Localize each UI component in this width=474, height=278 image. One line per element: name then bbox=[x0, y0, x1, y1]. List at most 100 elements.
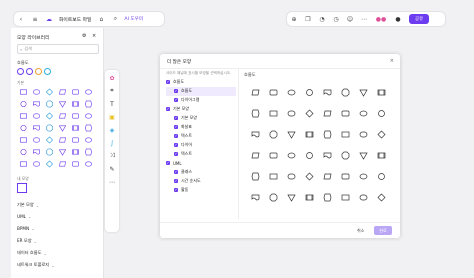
checkbox[interactable]: ✓ bbox=[174, 188, 178, 193]
shape-item[interactable] bbox=[69, 98, 82, 110]
shape-item[interactable] bbox=[69, 158, 82, 170]
preview-shape-item[interactable] bbox=[354, 109, 372, 130]
shape-item[interactable] bbox=[17, 158, 30, 170]
custom-shape[interactable] bbox=[17, 183, 27, 193]
cancel-button[interactable]: 취소 bbox=[357, 228, 364, 234]
preview-shape-item[interactable] bbox=[336, 130, 354, 151]
shape-item[interactable] bbox=[69, 86, 82, 98]
category-item[interactable]: ✓ 시간 순서도 bbox=[166, 177, 236, 186]
shape-item[interactable] bbox=[30, 122, 43, 134]
preview-shape-item[interactable] bbox=[354, 130, 372, 151]
reaction-icon[interactable]: ☺ bbox=[345, 14, 355, 24]
back-icon[interactable]: ‹ bbox=[16, 14, 26, 24]
preview-shape-item[interactable] bbox=[282, 109, 300, 130]
shape-item[interactable] bbox=[56, 110, 69, 122]
preview-shape-item[interactable] bbox=[318, 172, 336, 193]
avatar[interactable]: ● bbox=[393, 14, 403, 24]
menu-icon[interactable]: ≡ bbox=[30, 14, 40, 24]
shape-item[interactable] bbox=[17, 134, 30, 146]
shape-item[interactable] bbox=[17, 110, 30, 122]
shape-item[interactable] bbox=[43, 110, 56, 122]
preview-shape-item[interactable] bbox=[282, 151, 300, 172]
frame-icon[interactable]: ⌗ bbox=[108, 87, 116, 95]
done-button[interactable]: 완료 bbox=[374, 226, 392, 235]
copy-icon[interactable]: ❐ bbox=[303, 14, 313, 24]
shape-item[interactable] bbox=[82, 110, 95, 122]
preview-shape-item[interactable] bbox=[354, 151, 372, 172]
board-title[interactable]: 화이트보드 파일 bbox=[59, 16, 91, 23]
preview-shape-item[interactable] bbox=[282, 88, 300, 109]
ai-assistant-button[interactable]: AI 도우미 bbox=[124, 16, 143, 22]
preview-shape-item[interactable] bbox=[372, 109, 390, 130]
shape-item[interactable] bbox=[30, 146, 43, 158]
preview-shape-item[interactable] bbox=[318, 151, 336, 172]
checkbox[interactable]: ✓ bbox=[166, 161, 170, 166]
close-icon[interactable]: × bbox=[390, 58, 394, 64]
preview-shape-item[interactable] bbox=[264, 109, 282, 130]
preview-shape-item[interactable] bbox=[246, 172, 264, 193]
preview-shape-item[interactable] bbox=[300, 130, 318, 151]
preview-shape-item[interactable] bbox=[264, 151, 282, 172]
preview-shape-item[interactable] bbox=[300, 151, 318, 172]
shape-item[interactable] bbox=[69, 110, 82, 122]
checkbox[interactable]: ✓ bbox=[174, 134, 178, 139]
category-item[interactable]: ✓ UML bbox=[166, 159, 236, 168]
category-item[interactable]: ✓ 흐름도 bbox=[166, 86, 236, 96]
shape-item[interactable] bbox=[69, 134, 82, 146]
checkbox[interactable]: ✓ bbox=[174, 143, 178, 148]
comment-icon[interactable]: ◔ bbox=[317, 14, 327, 24]
shape-item[interactable] bbox=[30, 110, 43, 122]
shape-item[interactable] bbox=[82, 98, 95, 110]
preview-shape-item[interactable] bbox=[318, 88, 336, 109]
preview-shape-item[interactable] bbox=[372, 172, 390, 193]
swatch[interactable] bbox=[26, 68, 33, 75]
checkbox[interactable]: ✓ bbox=[174, 98, 178, 103]
checkbox[interactable]: ✓ bbox=[174, 89, 178, 94]
group-basic-shapes[interactable]: 기본 모양 ⌄ bbox=[17, 202, 39, 208]
shape-item[interactable] bbox=[17, 86, 30, 98]
swatch[interactable] bbox=[17, 68, 24, 75]
shape-item[interactable] bbox=[56, 98, 69, 110]
category-item[interactable]: ✓ 다이어그램 bbox=[166, 96, 236, 105]
preview-shape-item[interactable] bbox=[264, 88, 282, 109]
group-network[interactable]: 네트워크 토폴로지 ⌄ bbox=[17, 262, 55, 268]
preview-shape-item[interactable] bbox=[336, 109, 354, 130]
shape-item[interactable] bbox=[56, 86, 69, 98]
add-icon[interactable]: ⊕ bbox=[289, 14, 299, 24]
search-icon[interactable]: ⌕ bbox=[110, 14, 120, 24]
preview-shape-item[interactable] bbox=[246, 130, 264, 151]
preview-shape-item[interactable] bbox=[354, 88, 372, 109]
category-item[interactable]: ✓ 흐름도 bbox=[166, 78, 236, 87]
preview-shape-item[interactable] bbox=[246, 151, 264, 172]
shape-item[interactable] bbox=[17, 122, 30, 134]
shape-item[interactable] bbox=[56, 134, 69, 146]
share-button[interactable]: 공유 bbox=[409, 14, 430, 24]
shape-item[interactable] bbox=[30, 134, 43, 146]
tag-icon[interactable]: ⌂ bbox=[96, 14, 106, 24]
shape-item[interactable] bbox=[82, 134, 95, 146]
preview-shape-item[interactable] bbox=[264, 193, 282, 214]
preview-shape-item[interactable] bbox=[246, 88, 264, 109]
comment-icon[interactable]: ✎ bbox=[108, 165, 116, 173]
preview-shape-item[interactable] bbox=[372, 193, 390, 214]
shape-item[interactable] bbox=[43, 134, 56, 146]
text-icon[interactable]: T bbox=[108, 100, 116, 108]
pen-icon[interactable]: ∫ bbox=[108, 139, 116, 147]
shape-item[interactable] bbox=[82, 122, 95, 134]
sticky-note-icon[interactable]: ▣ bbox=[108, 113, 116, 121]
preview-shape-item[interactable] bbox=[336, 172, 354, 193]
preview-shape-item[interactable] bbox=[300, 88, 318, 109]
shape-item[interactable] bbox=[56, 158, 69, 170]
preview-shape-item[interactable] bbox=[372, 88, 390, 109]
checkbox[interactable]: ✓ bbox=[174, 170, 178, 175]
shape-item[interactable] bbox=[56, 122, 69, 134]
category-item[interactable]: ✓ 활동 bbox=[166, 186, 236, 195]
swatch[interactable] bbox=[44, 68, 51, 75]
connector-icon[interactable]: ⤨ bbox=[108, 152, 116, 160]
group-uml[interactable]: UML ⌄ bbox=[17, 214, 31, 219]
checkbox[interactable]: ✓ bbox=[166, 80, 170, 85]
category-item[interactable]: ✓ 기본 모양 bbox=[166, 114, 236, 123]
group-bpmn[interactable]: BPMN ⌄ bbox=[17, 226, 35, 231]
group-er[interactable]: ER 모양 ⌄ bbox=[17, 238, 37, 244]
checkbox[interactable]: ✓ bbox=[166, 107, 170, 112]
